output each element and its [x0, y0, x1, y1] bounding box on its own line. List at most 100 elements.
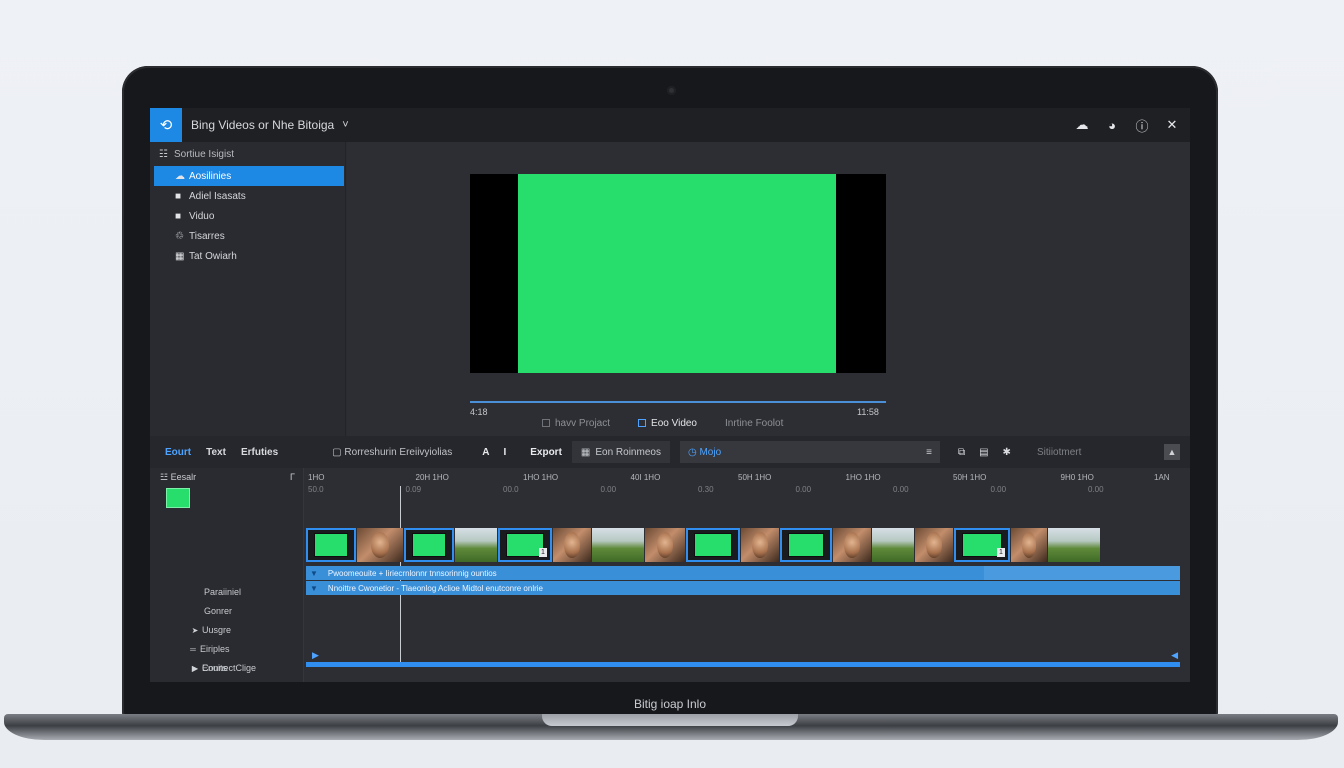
- new-project-button[interactable]: havv Projact: [542, 418, 610, 429]
- sidebar-item-label: Adiel Isasats: [189, 190, 246, 202]
- collapse-icon[interactable]: ▲: [1164, 444, 1180, 460]
- video-clip[interactable]: [404, 528, 454, 562]
- video-clip[interactable]: [455, 528, 497, 562]
- crop-icon[interactable]: ⧉: [958, 447, 965, 458]
- cloud-icon[interactable]: ☁: [1074, 117, 1090, 133]
- ruler-tick-label: 1HO 1HO: [523, 473, 559, 482]
- app-logo-icon[interactable]: ⟲: [150, 108, 182, 142]
- fullscreen-button[interactable]: Inrtine Foolot: [725, 418, 783, 429]
- sidebar-header[interactable]: ☷ Sortiue Isigist: [150, 142, 345, 166]
- sidebar-item-tat-owiarh[interactable]: ▦ Tat Owiarh: [150, 246, 345, 266]
- sidebar-item-viduo[interactable]: ■ Viduo: [150, 206, 345, 226]
- video-preview[interactable]: [470, 174, 886, 373]
- sidebar-item-label: Tisarres: [189, 230, 225, 242]
- cursor-tool-icon[interactable]: I: [503, 447, 506, 458]
- video-clip[interactable]: [1011, 528, 1047, 562]
- scroll-right-icon[interactable]: ◀: [1171, 650, 1178, 661]
- tab-erfuties[interactable]: Erfuties: [241, 447, 278, 458]
- layer-row[interactable]: ➤ Uusgre: [188, 622, 231, 638]
- preview-panel: 4:18 11:58 havv Projact Eoo Video Inrtin…: [347, 142, 1190, 436]
- video-track: 11: [304, 528, 1190, 562]
- green-screen-thumbnail: [314, 533, 348, 557]
- duplicate-button[interactable]: ▢ Rorreshurin Ereiivyiolias: [332, 447, 452, 458]
- video-clip[interactable]: [553, 528, 591, 562]
- ruler-subtick-label: 0.00: [600, 485, 617, 494]
- close-icon[interactable]: ✕: [1164, 117, 1180, 133]
- total-time: 11:58: [857, 407, 879, 417]
- tab-text[interactable]: Text: [206, 447, 226, 458]
- timeline-scrollbar[interactable]: [306, 662, 1180, 667]
- layer-icon: ▶: [191, 663, 199, 673]
- video-clip[interactable]: [592, 528, 644, 562]
- video-clip[interactable]: [915, 528, 953, 562]
- ruler-subtick-label: 0.09: [405, 485, 422, 494]
- ruler-tick-label: 1HO 1HO: [845, 473, 881, 482]
- info-icon[interactable]: ⓘ: [1134, 116, 1150, 135]
- video-clip[interactable]: [1048, 528, 1100, 562]
- see-video-button[interactable]: Eoo Video: [638, 418, 697, 429]
- audio-track-1-extension: [984, 566, 1180, 580]
- ruler-subtick-label: 0.00: [795, 485, 812, 494]
- preview-scrubber[interactable]: [470, 401, 886, 403]
- video-clip[interactable]: [306, 528, 356, 562]
- checkbox-icon: [542, 419, 550, 427]
- text-tool-icon[interactable]: A: [482, 447, 489, 458]
- layer-label: Eiriples: [200, 644, 230, 654]
- video-clip[interactable]: [645, 528, 685, 562]
- green-screen-thumbnail: [412, 533, 446, 557]
- layer-row[interactable]: Paraiiniel: [190, 584, 241, 600]
- green-screen-frame: [518, 174, 836, 373]
- ruler-subtick-label: 0.00: [990, 485, 1007, 494]
- palette-icon[interactable]: ◕: [1104, 118, 1120, 133]
- panel-pin-icon[interactable]: Γ: [290, 472, 295, 482]
- collapse-triangle-icon[interactable]: ▼: [310, 569, 318, 578]
- collapse-triangle-icon[interactable]: ▼: [310, 584, 318, 593]
- video-clip[interactable]: 1: [498, 528, 552, 562]
- video-clip[interactable]: [872, 528, 914, 562]
- sidebar-item-tisarres[interactable]: ♲ Tisarres: [150, 226, 345, 246]
- video-clip[interactable]: [780, 528, 832, 562]
- current-time: 4:18: [470, 407, 488, 417]
- sidebar-item-aosilinies[interactable]: ☁ Aosilinies: [154, 166, 344, 186]
- text-overlay-icon: ▦: [175, 250, 185, 262]
- timeline-toolbar: Eourt Text Erfuties ▢ Rorreshurin Ereiiv…: [150, 436, 1190, 468]
- video-clip[interactable]: [833, 528, 871, 562]
- scroll-left-icon[interactable]: ▶: [312, 650, 319, 661]
- layer-row[interactable]: ▶ ConnectClige: [188, 660, 256, 676]
- title-bar: ⟲ Bing Videos or Nhe Bitoiga ˅ ☁ ◕ ⓘ ✕: [150, 108, 1190, 142]
- video-icon: ■: [175, 210, 182, 222]
- page-icon[interactable]: ▤: [979, 447, 988, 458]
- layers-panel: ☳ Eesalr Γ Paraiiniel Gonrer ➤ Uusgre ═ …: [150, 468, 304, 682]
- green-screen-thumbnail: [788, 533, 824, 557]
- tab-eourt[interactable]: Eourt: [165, 447, 191, 458]
- layer-row[interactable]: ═ Eiriples: [186, 641, 230, 657]
- ruler-subtick-label: 0.30: [698, 485, 714, 494]
- layer-row[interactable]: Gonrer: [190, 603, 232, 619]
- duplicate-label: Rorreshurin Ereiivyiolias: [344, 446, 453, 458]
- ruler-tick-label: 50H 1HO: [738, 473, 772, 482]
- app-window: ⟲ Bing Videos or Nhe Bitoiga ˅ ☁ ◕ ⓘ ✕ ☷…: [150, 108, 1190, 682]
- gear-icon[interactable]: ✱: [1003, 447, 1011, 458]
- chevron-down-icon[interactable]: ˅: [342, 119, 348, 131]
- audio-track-2[interactable]: ▼ Nnoittre Cwonetior - Tlaeonlog Aclioe …: [306, 581, 1180, 595]
- layer-row[interactable]: ▦Audia Egess: [188, 679, 253, 682]
- laptop-notch: [542, 714, 798, 726]
- video-clip[interactable]: [686, 528, 740, 562]
- video-clip[interactable]: [357, 528, 403, 562]
- video-clip[interactable]: [741, 528, 779, 562]
- export-button[interactable]: Export: [530, 447, 562, 458]
- video-clip[interactable]: 1: [954, 528, 1010, 562]
- green-screen-thumbnail: [962, 533, 1002, 557]
- audio-track-1[interactable]: ▼ Pwoomeouite + Iiriecrnlonnr tnnsorinni…: [306, 566, 984, 580]
- time-ruler[interactable]: 1HO 20H 1HO 1HO 1HO 40I 1HO 50H 1HO 1HO 1HO 50…: [304, 468, 1190, 498]
- layers-header: ☳ Eesalr Γ: [150, 468, 303, 486]
- sidebar-item-adiel-isasats[interactable]: ■ Adiel Isasats: [150, 186, 345, 206]
- settings-label[interactable]: Sitiiotmert: [1037, 447, 1081, 458]
- search-value: Mojo: [699, 446, 722, 458]
- menu-icon[interactable]: ≡: [926, 447, 932, 458]
- sidebar-header-label: Sortiue Isigist: [173, 148, 234, 160]
- search-input[interactable]: ◷ Mojo ≡: [679, 441, 940, 463]
- layers-icon: ☳: [160, 471, 171, 482]
- save-box[interactable]: ▦ Eon Roinmeos: [571, 441, 670, 463]
- sidebar-item-label: Aosilinies: [189, 170, 232, 182]
